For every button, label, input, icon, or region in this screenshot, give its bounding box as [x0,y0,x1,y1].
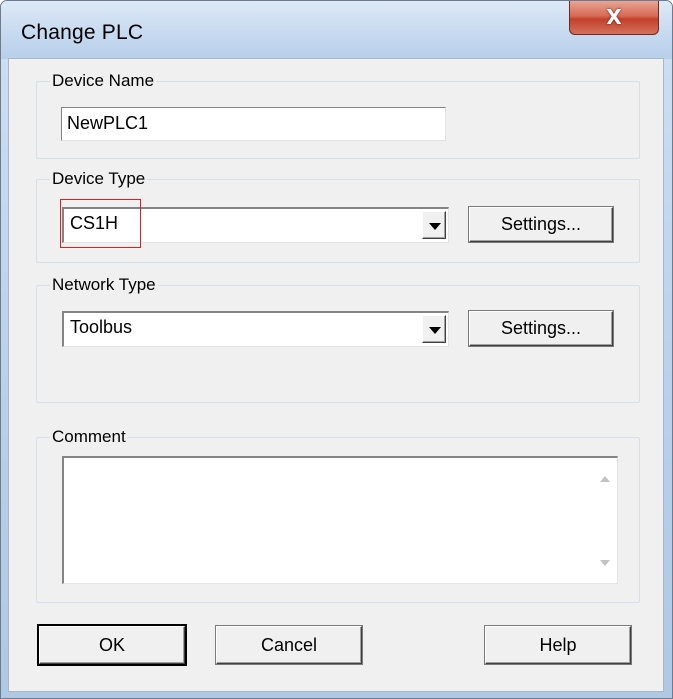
network-type-dropdown-button[interactable] [422,315,446,343]
device-name-group: Device Name NewPLC1 [36,70,640,159]
chevron-down-icon [429,327,441,334]
network-type-dropdown[interactable]: Toolbus [62,311,449,347]
title-bar[interactable]: Change PLC X [1,1,672,59]
network-type-group: Network Type Toolbus Settings... [36,274,640,403]
ok-button[interactable]: OK [39,626,185,664]
scroll-down-arrow-icon[interactable] [600,560,610,566]
device-name-field[interactable]: NewPLC1 [61,107,446,141]
close-icon: X [606,5,622,29]
comment-scrollbar[interactable] [591,458,617,583]
chevron-down-icon [429,223,441,230]
comment-group: Comment [36,426,640,603]
help-button[interactable]: Help [485,626,631,664]
device-type-value: CS1H [70,213,119,233]
network-type-label: Network Type [50,274,158,296]
network-type-value: Toolbus [70,317,133,337]
dialog-client-area: Device Name NewPLC1 Device Type CS1H Set… [8,58,664,692]
device-type-dropdown-button[interactable] [422,211,446,239]
comment-textarea[interactable] [62,456,618,584]
comment-label: Comment [50,426,128,448]
device-type-group: Device Type CS1H Settings... [36,168,640,263]
scroll-up-arrow-icon[interactable] [600,476,610,482]
network-type-settings-button[interactable]: Settings... [469,311,613,346]
change-plc-dialog: Change PLC X Device Name NewPLC1 Device … [0,0,673,699]
cancel-button[interactable]: Cancel [216,626,362,664]
device-type-dropdown[interactable]: CS1H [62,207,449,243]
window-title: Change PLC [21,21,144,44]
device-name-label: Device Name [50,70,157,92]
close-button[interactable]: X [569,1,659,35]
device-type-settings-button[interactable]: Settings... [469,207,613,242]
device-type-label: Device Type [50,168,148,190]
